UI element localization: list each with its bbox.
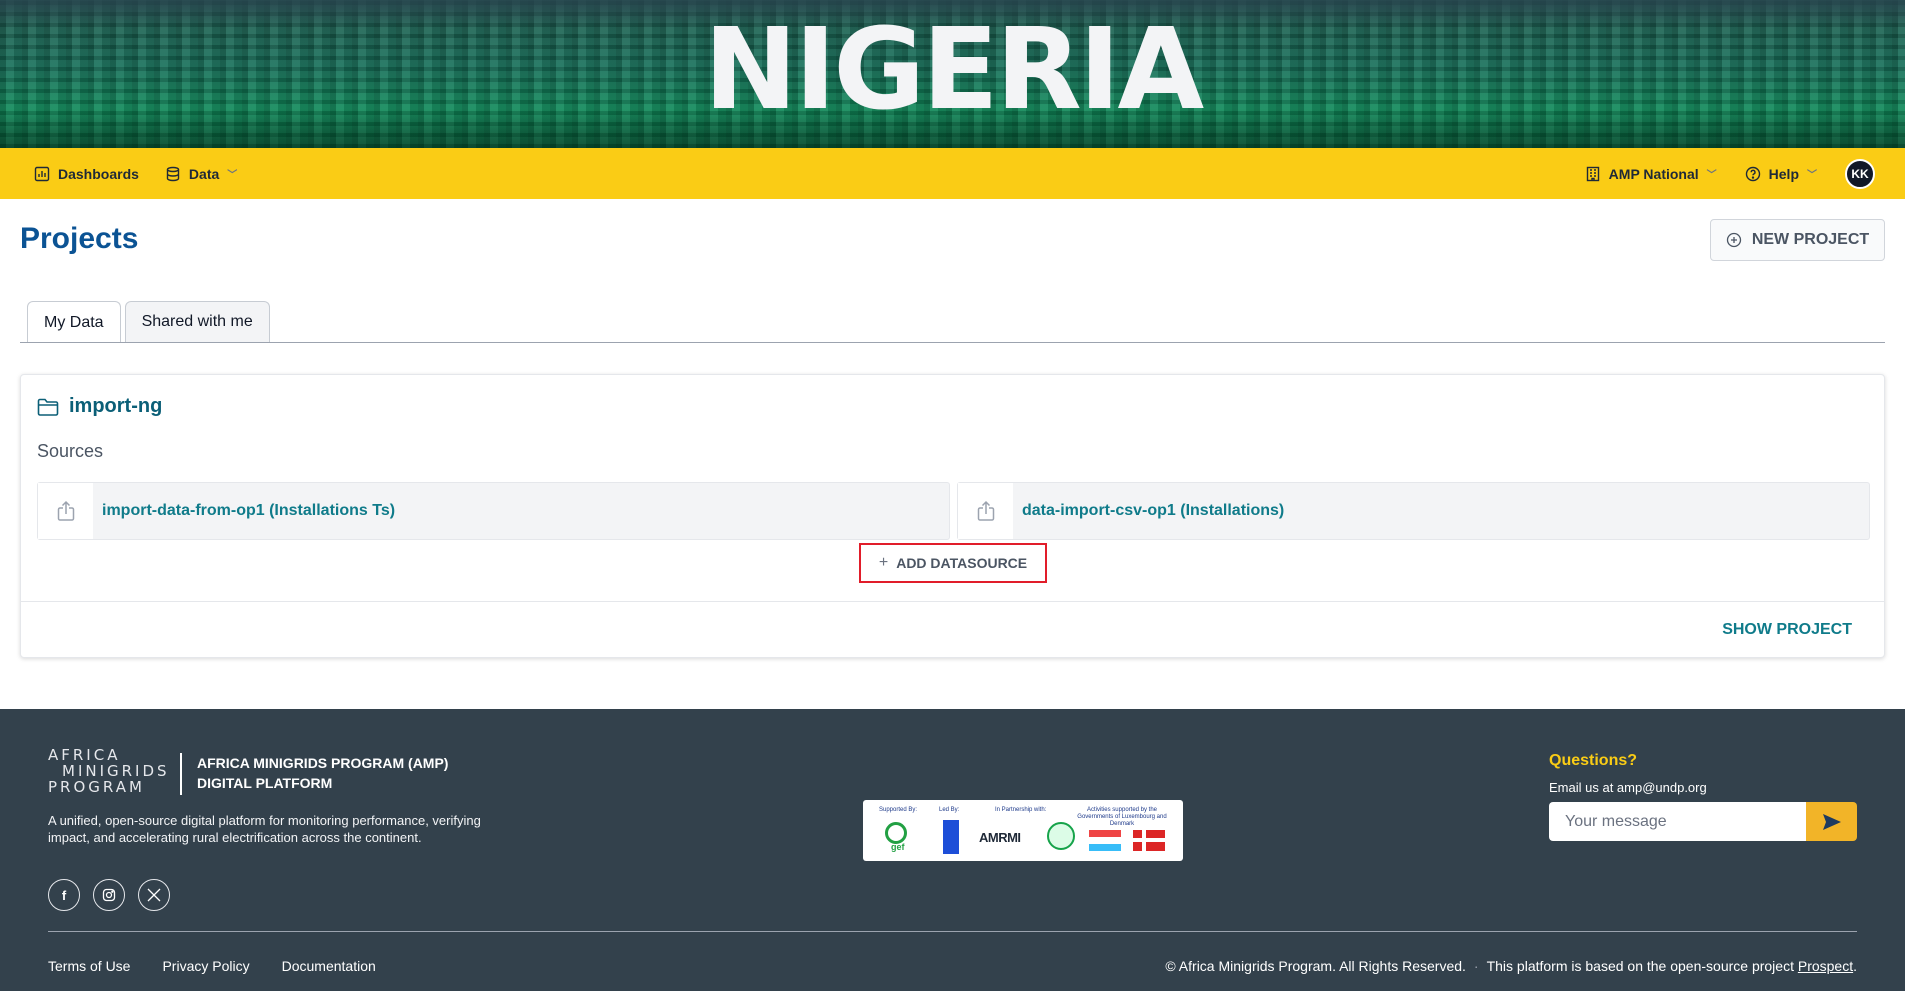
plus-circle-icon xyxy=(1726,232,1741,248)
nav-data-label: Data xyxy=(188,165,220,182)
database-icon xyxy=(166,166,180,181)
source-label: import-data-from-op1 (Installations Ts) xyxy=(102,502,396,519)
copyright-row: © Africa Minigrids Program. All Rights R… xyxy=(1165,958,1857,974)
tabs-divider xyxy=(20,342,1885,343)
prospect-link[interactable]: Prospect xyxy=(1798,958,1853,974)
separator-dot: · xyxy=(1473,958,1479,974)
org-label: AMP National xyxy=(1608,165,1699,182)
message-input[interactable] xyxy=(1549,802,1807,841)
country-title: NIGERIA xyxy=(703,5,1204,135)
nav-data[interactable]: Data ﹀ xyxy=(165,166,237,182)
logo-separator xyxy=(180,753,182,795)
copyright-text: © Africa Minigrids Program. All Rights R… xyxy=(1165,958,1466,974)
help-icon xyxy=(1745,166,1760,181)
x-twitter-icon[interactable] xyxy=(138,879,170,911)
footer-links: Terms of Use Privacy Policy Documentatio… xyxy=(48,958,376,974)
project-header: import-ng xyxy=(37,395,162,418)
africa-union-logo xyxy=(1047,822,1075,850)
nav-dashboards[interactable]: Dashboards xyxy=(34,166,139,182)
amp-title-line2: DIGITAL PLATFORM xyxy=(197,775,333,791)
gef-logo xyxy=(885,822,907,844)
add-datasource-button[interactable]: + ADD DATASOURCE xyxy=(859,543,1047,583)
partner-logos: Supported By: Led By: In Partnership wit… xyxy=(863,800,1183,861)
send-button[interactable] xyxy=(1806,802,1857,841)
amp-title: AFRICA MINIGRIDS PROGRAM (AMP) DIGITAL P… xyxy=(197,753,477,793)
footer-divider xyxy=(48,931,1857,932)
source-item[interactable]: data-import-csv-op1 (Installations) xyxy=(957,482,1870,540)
building-icon xyxy=(1586,166,1599,181)
partnership-label: In Partnership with: xyxy=(995,807,1047,813)
amp-logo-line1: AFRICA xyxy=(48,746,121,764)
amp-logo-line2: MINIGRIDS xyxy=(62,762,170,780)
nav-dashboards-label: Dashboards xyxy=(58,165,139,182)
project-card: import-ng Sources import-data-from-op1 (… xyxy=(20,374,1885,658)
tab-my-data[interactable]: My Data xyxy=(27,301,121,343)
project-name[interactable]: import-ng xyxy=(69,395,162,418)
based-on-text: This platform is based on the open-sourc… xyxy=(1487,958,1857,974)
chevron-down-icon: ﹀ xyxy=(227,170,238,181)
amp-title-line1: AFRICA MINIGRIDS PROGRAM (AMP) xyxy=(197,755,449,771)
based-on-period: . xyxy=(1853,958,1857,974)
footer: AFRICA MINIGRIDS PROGRAM AFRICA MINIGRID… xyxy=(0,709,1905,991)
org-selector[interactable]: AMP National ﹀ xyxy=(1585,166,1717,182)
nav-right: AMP National ﹀ Help ﹀ KK xyxy=(1585,158,1875,189)
amp-logo: AFRICA MINIGRIDS PROGRAM xyxy=(48,747,168,795)
supported-by-label: Supported By: xyxy=(879,807,918,813)
tab-bar: My Data Shared with me xyxy=(27,301,270,343)
luxembourg-flag xyxy=(1089,830,1121,851)
upload-icon xyxy=(958,483,1014,539)
send-icon xyxy=(1822,813,1841,830)
folder-icon xyxy=(37,398,59,416)
denmark-flag xyxy=(1133,830,1165,851)
amp-logo-line3: PROGRAM xyxy=(48,778,145,796)
hero-banner: NIGERIA xyxy=(0,0,1905,148)
tab-shared-with-me[interactable]: Shared with me xyxy=(124,301,270,342)
source-label: data-import-csv-op1 (Installations) xyxy=(1022,502,1285,519)
add-datasource-label: ADD DATASOURCE xyxy=(896,555,1028,571)
activities-label: Activities supported by the Governments … xyxy=(1077,807,1167,827)
privacy-link[interactable]: Privacy Policy xyxy=(162,958,249,974)
questions-title: Questions? xyxy=(1549,752,1638,769)
instagram-icon[interactable] xyxy=(93,879,125,911)
user-avatar[interactable]: KK xyxy=(1845,158,1875,189)
based-on-label: This platform is based on the open-sourc… xyxy=(1486,958,1794,974)
plus-icon: + xyxy=(878,554,889,571)
chevron-down-icon: ﹀ xyxy=(1807,170,1817,181)
chart-icon xyxy=(34,166,50,181)
help-menu[interactable]: Help ﹀ xyxy=(1745,166,1817,182)
social-links: f xyxy=(48,879,170,911)
show-project-button[interactable]: SHOW PROJECT xyxy=(1722,621,1852,639)
undp-logo xyxy=(943,820,959,854)
gef-text: gef xyxy=(891,842,905,852)
upload-icon xyxy=(38,483,94,539)
documentation-link[interactable]: Documentation xyxy=(282,958,376,974)
top-nav: Dashboards Data ﹀ AMP National ﹀ Help ﹀ … xyxy=(0,148,1905,199)
source-item[interactable]: import-data-from-op1 (Installations Ts) xyxy=(37,482,950,540)
chevron-down-icon: ﹀ xyxy=(1706,170,1717,181)
card-divider xyxy=(21,601,1884,602)
led-by-label: Led By: xyxy=(939,807,960,813)
help-label: Help xyxy=(1768,165,1799,182)
amp-description: A unified, open-source digital platform … xyxy=(48,813,481,845)
amrmi-logo: AMRMI xyxy=(979,830,1021,845)
contact-email: Email us at amp@undp.org xyxy=(1549,780,1707,795)
new-project-label: NEW PROJECT xyxy=(1751,231,1870,248)
sources-label: Sources xyxy=(37,441,104,461)
new-project-button[interactable]: NEW PROJECT xyxy=(1710,219,1885,261)
terms-link[interactable]: Terms of Use xyxy=(48,958,130,974)
facebook-icon[interactable]: f xyxy=(48,879,80,911)
page-title: Projects xyxy=(20,222,139,255)
